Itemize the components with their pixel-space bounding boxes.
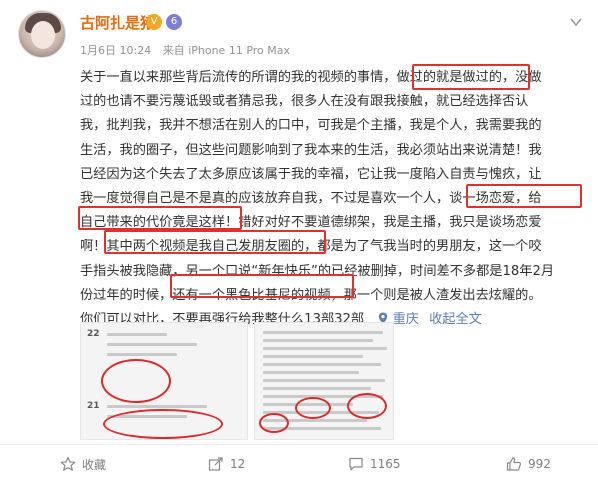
tile-label: 22 [87, 329, 100, 339]
text-line [263, 387, 371, 390]
text-line [263, 347, 387, 350]
star-icon [60, 456, 76, 471]
tile-label: 21 [87, 401, 100, 411]
red-circle-annotation [347, 393, 387, 419]
post-line: 我，批判我，我并不想活在别人的口中，可我是个主播，我是个人，我需要我的 [80, 118, 542, 134]
chevron-down-icon[interactable] [568, 14, 584, 30]
red-circle-annotation [101, 359, 171, 403]
text-line [107, 333, 167, 336]
share-icon [208, 457, 223, 471]
post-header: 古阿扎是猪 V 6 1月6日 10:24 来自 iPhone 11 Pro Ma… [0, 0, 598, 68]
post-meta: 1月6日 10:24 来自 iPhone 11 Pro Max [80, 42, 290, 58]
comment-count: 1165 [370, 457, 401, 471]
text-line [263, 379, 385, 382]
text-line [107, 353, 177, 356]
post-source: 来自 iPhone 11 Pro Max [162, 44, 291, 57]
red-circle-annotation [259, 413, 289, 433]
username[interactable]: 古阿扎是猪 [80, 12, 155, 33]
text-line [263, 355, 363, 358]
avatar[interactable] [18, 10, 66, 58]
highlight-box [412, 64, 530, 90]
text-line [263, 339, 373, 342]
level-badge-icon: 6 [166, 14, 182, 30]
share-button[interactable]: 12 [208, 445, 245, 482]
post-line: 过的也请不要污蔑诋毁或者猜忌我，很多人在没有跟我接触，就已经选择否认 [80, 94, 529, 110]
thumbs-up-icon [506, 457, 521, 471]
post-images: 22 21 [80, 322, 440, 440]
like-count: 992 [528, 457, 551, 471]
share-count: 12 [230, 457, 246, 471]
text-line [263, 363, 381, 366]
post-line: 生活，我的圈子，但这些问题影响到了我本来的生活，我必须站出来说清楚！我 [80, 142, 542, 158]
favorite-button[interactable]: 收藏 [60, 445, 106, 482]
red-circle-annotation [295, 397, 331, 419]
comment-button[interactable]: 1165 [348, 445, 401, 482]
avatar-face [31, 21, 55, 49]
text-line [263, 331, 383, 334]
text-line [107, 405, 207, 408]
screenshot-thumbnail[interactable]: 22 21 [80, 322, 248, 440]
highlight-box [170, 274, 354, 298]
text-line [263, 371, 359, 374]
screenshot-thumbnail[interactable] [254, 322, 394, 440]
post-date: 1月6日 10:24 [80, 44, 152, 57]
favorite-label: 收藏 [82, 457, 107, 472]
red-circle-annotation [103, 409, 223, 439]
highlight-box [104, 230, 326, 254]
action-bar: 收藏 12 1165 992 [0, 444, 598, 482]
text-line [107, 343, 197, 346]
vip-badge-icon: V [146, 14, 162, 30]
highlight-box [466, 184, 582, 208]
like-button[interactable]: 992 [506, 445, 551, 482]
comment-icon [349, 457, 363, 471]
highlight-box [78, 206, 242, 230]
